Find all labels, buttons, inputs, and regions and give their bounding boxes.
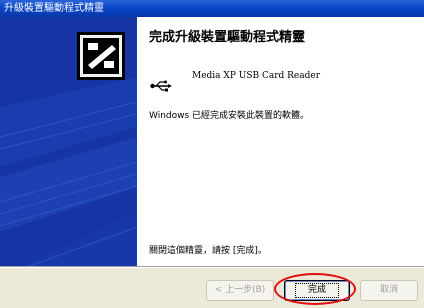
finish-button-label: 完成 — [294, 283, 339, 298]
wizard-button-bar: < 上一步(B) 完成 取消 — [0, 268, 424, 308]
install-status-text: Windows 已經完成安裝此裝置的軟體。 — [149, 111, 310, 121]
page-title: 完成升級裝置驅動程式精靈 — [149, 30, 306, 45]
device-name: Media XP USB Card Reader — [192, 71, 320, 81]
window-title: 升級裝置驅動程式精靈 — [4, 3, 104, 14]
close-instruction-text: 關閉這個精靈，請按 [完成]。 — [149, 246, 267, 256]
hardware-card-icon — [77, 32, 125, 80]
cancel-button[interactable]: 取消 — [360, 280, 418, 301]
wizard-side-panel — [0, 17, 137, 266]
title-bar[interactable]: 升級裝置驅動程式精靈 — [0, 0, 424, 17]
finish-button[interactable]: 完成 — [284, 280, 350, 301]
back-button[interactable]: < 上一步(B) — [206, 280, 274, 301]
usb-icon — [150, 80, 172, 92]
wizard-content: 完成升級裝置驅動程式精靈 Media XP USB Card Reader Wi… — [137, 17, 424, 266]
